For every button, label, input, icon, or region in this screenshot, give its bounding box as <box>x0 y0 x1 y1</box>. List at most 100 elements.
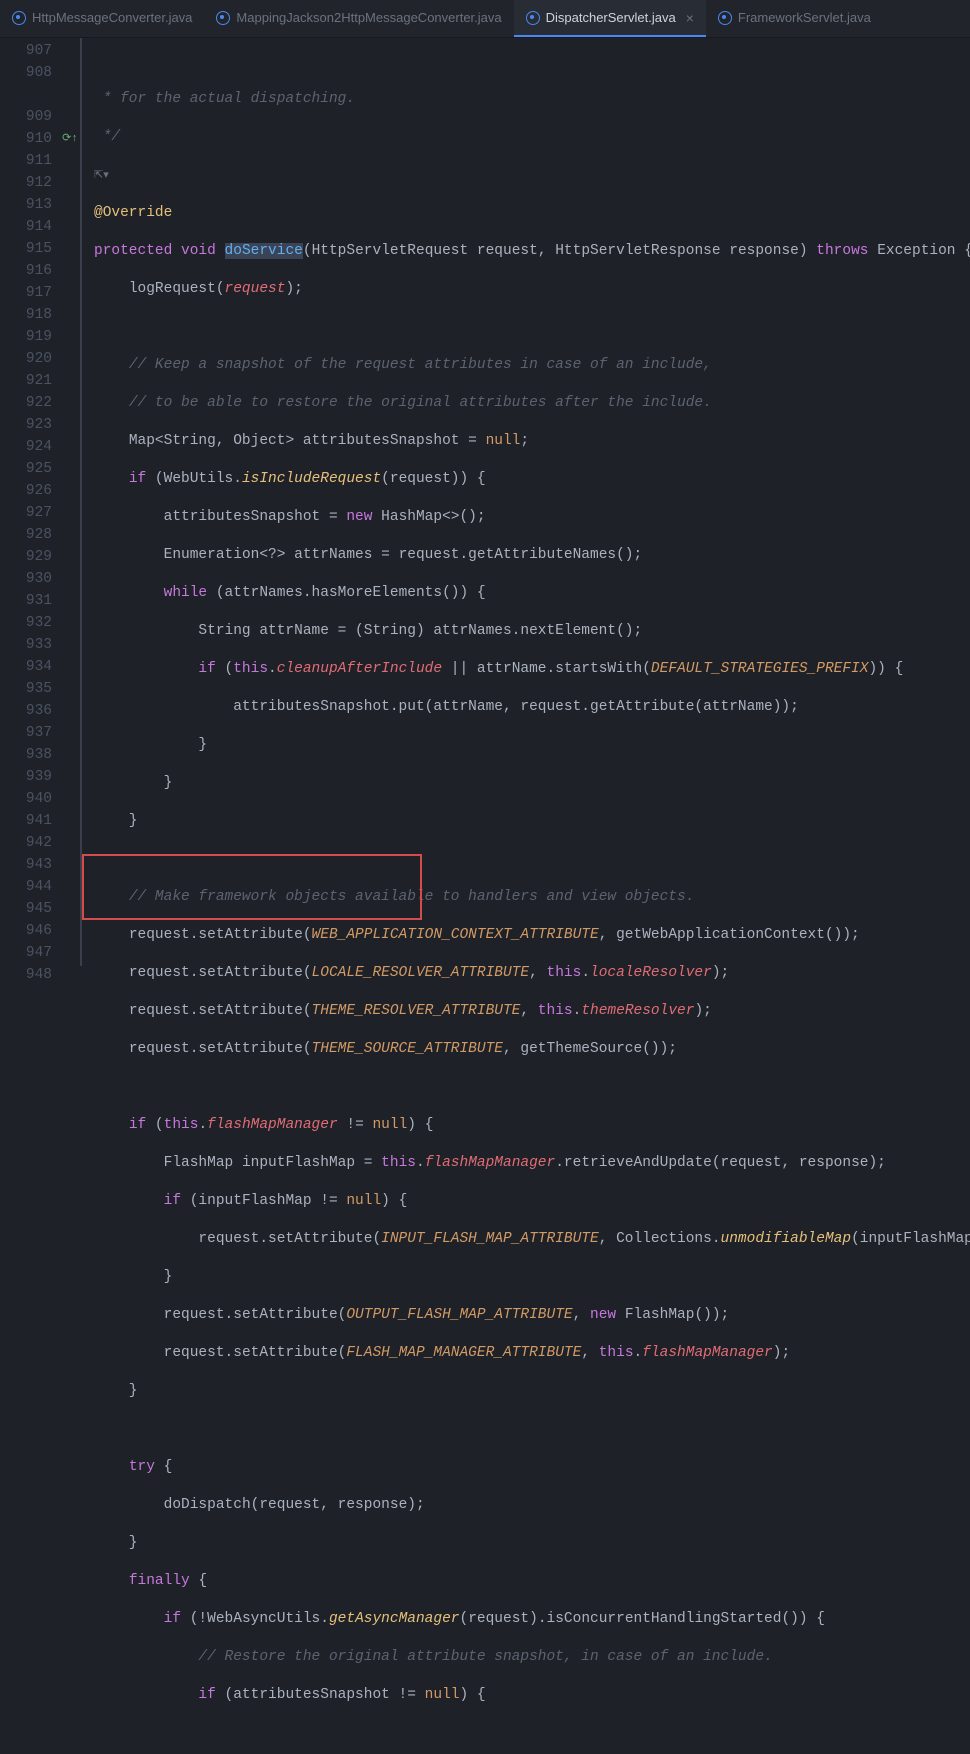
line-number: 940 <box>0 788 60 810</box>
text: (request)) { <box>381 471 485 487</box>
close-icon[interactable]: × <box>686 10 694 26</box>
text: (!WebAsyncUtils. <box>181 1611 329 1627</box>
text: FlashMap()); <box>616 1307 729 1323</box>
punct: ; <box>520 433 529 449</box>
comment: // Restore the original attribute snapsh… <box>198 1649 772 1665</box>
text: request.setAttribute( <box>129 927 312 943</box>
constant: WEB_APPLICATION_CONTEXT_ATTRIBUTE <box>312 927 599 943</box>
line-number: 928 <box>0 524 60 546</box>
text: Exception { <box>877 243 970 259</box>
text: request.setAttribute( <box>198 1231 381 1247</box>
text: FlashMap inputFlashMap = <box>164 1155 382 1171</box>
line-number: 930 <box>0 568 60 590</box>
constant: INPUT_FLASH_MAP_ATTRIBUTE <box>381 1231 599 1247</box>
keyword: if <box>164 1611 181 1627</box>
line-number: 927 <box>0 502 60 524</box>
line-number: 941 <box>0 810 60 832</box>
param: request <box>225 281 286 297</box>
keyword: if <box>129 1117 146 1133</box>
line-number: 915 <box>0 238 60 260</box>
keyword: if <box>198 661 215 677</box>
tab-mappingjackson2[interactable]: MappingJackson2HttpMessageConverter.java <box>204 0 513 37</box>
keyword: null <box>372 1117 407 1133</box>
line-number: 913 <box>0 194 60 216</box>
constant: DEFAULT_STRATEGIES_PREFIX <box>651 661 869 677</box>
text: request.setAttribute( <box>164 1307 347 1323</box>
text: (inputFlashMap)); <box>851 1231 970 1247</box>
line-number: 932 <box>0 612 60 634</box>
line-number: 944 <box>0 876 60 898</box>
comment: */ <box>94 129 120 145</box>
java-class-icon <box>718 11 732 25</box>
punct: . <box>198 1117 207 1133</box>
text: (inputFlashMap != <box>181 1193 346 1209</box>
constant: THEME_SOURCE_ATTRIBUTE <box>312 1041 503 1057</box>
line-number: 926 <box>0 480 60 502</box>
line-number: 916 <box>0 260 60 282</box>
marker-gutter: ⟳↑ <box>60 38 80 966</box>
code-area[interactable]: * for the actual dispatching. */ ⇱▾ @Ove… <box>94 38 970 966</box>
line-number: 938 <box>0 744 60 766</box>
keyword: void <box>181 243 216 259</box>
line-number-gutter: 9079089099109119129139149159169179189199… <box>0 38 60 966</box>
text: request.setAttribute( <box>129 1041 312 1057</box>
line-number: 909 <box>0 106 60 128</box>
text: , <box>581 1345 598 1361</box>
line-number: 924 <box>0 436 60 458</box>
line-number: 948 <box>0 964 60 986</box>
code-editor[interactable]: 9079089099109119129139149159169179189199… <box>0 38 970 966</box>
text: .retrieveAndUpdate(request, response); <box>555 1155 886 1171</box>
punct: { <box>155 1459 172 1475</box>
text: doDispatch(request, response); <box>164 1497 425 1513</box>
tab-httpmessageconverter[interactable]: HttpMessageConverter.java <box>0 0 204 37</box>
static-call: getAsyncManager <box>329 1611 460 1627</box>
line-number: 914 <box>0 216 60 238</box>
keyword: this <box>164 1117 199 1133</box>
text: (attrNames.hasMoreElements()) { <box>207 585 485 601</box>
line-number: 931 <box>0 590 60 612</box>
keyword: null <box>486 433 521 449</box>
tab-frameworkservlet[interactable]: FrameworkServlet.java <box>706 0 883 37</box>
field: themeResolver <box>581 1003 694 1019</box>
tab-label: MappingJackson2HttpMessageConverter.java <box>236 10 501 25</box>
author-fold-icon[interactable]: ⇱▾ <box>94 165 108 177</box>
line-number: 907 <box>0 40 60 62</box>
punct: . <box>581 965 590 981</box>
text: , <box>529 965 546 981</box>
tab-label: FrameworkServlet.java <box>738 10 871 25</box>
text: Map<String, Object> attributesSnapshot = <box>129 433 486 449</box>
keyword: protected <box>94 243 172 259</box>
tab-dispatcherservlet[interactable]: DispatcherServlet.java × <box>514 0 706 37</box>
annotation: @Override <box>94 205 172 221</box>
punct: { <box>190 1573 207 1589</box>
punct: ( <box>216 661 233 677</box>
keyword: this <box>233 661 268 677</box>
constant: OUTPUT_FLASH_MAP_ATTRIBUTE <box>346 1307 572 1323</box>
keyword: if <box>129 471 146 487</box>
java-class-icon <box>526 11 540 25</box>
keyword: finally <box>129 1573 190 1589</box>
line-number: 918 <box>0 304 60 326</box>
constant: THEME_RESOLVER_ATTRIBUTE <box>312 1003 521 1019</box>
override-recursive-icon[interactable]: ⟳↑ <box>62 133 78 145</box>
text: attributesSnapshot.put(attrName, request… <box>233 699 799 715</box>
text: , <box>573 1307 590 1323</box>
keyword: new <box>346 509 372 525</box>
line-number: 935 <box>0 678 60 700</box>
punct: ( <box>146 1117 163 1133</box>
text: ) { <box>459 1687 485 1703</box>
text: ) { <box>381 1193 407 1209</box>
keyword: if <box>198 1687 215 1703</box>
keyword: while <box>164 585 208 601</box>
keyword: this <box>547 965 582 981</box>
line-number: 943 <box>0 854 60 876</box>
text: request.setAttribute( <box>129 965 312 981</box>
comment: * for the actual dispatching. <box>94 91 355 107</box>
punct: ); <box>773 1345 790 1361</box>
line-number: 945 <box>0 898 60 920</box>
text: HashMap<>(); <box>372 509 485 525</box>
line-number: 942 <box>0 832 60 854</box>
line-number: 937 <box>0 722 60 744</box>
keyword: null <box>425 1687 460 1703</box>
text: (attributesSnapshot != <box>216 1687 425 1703</box>
